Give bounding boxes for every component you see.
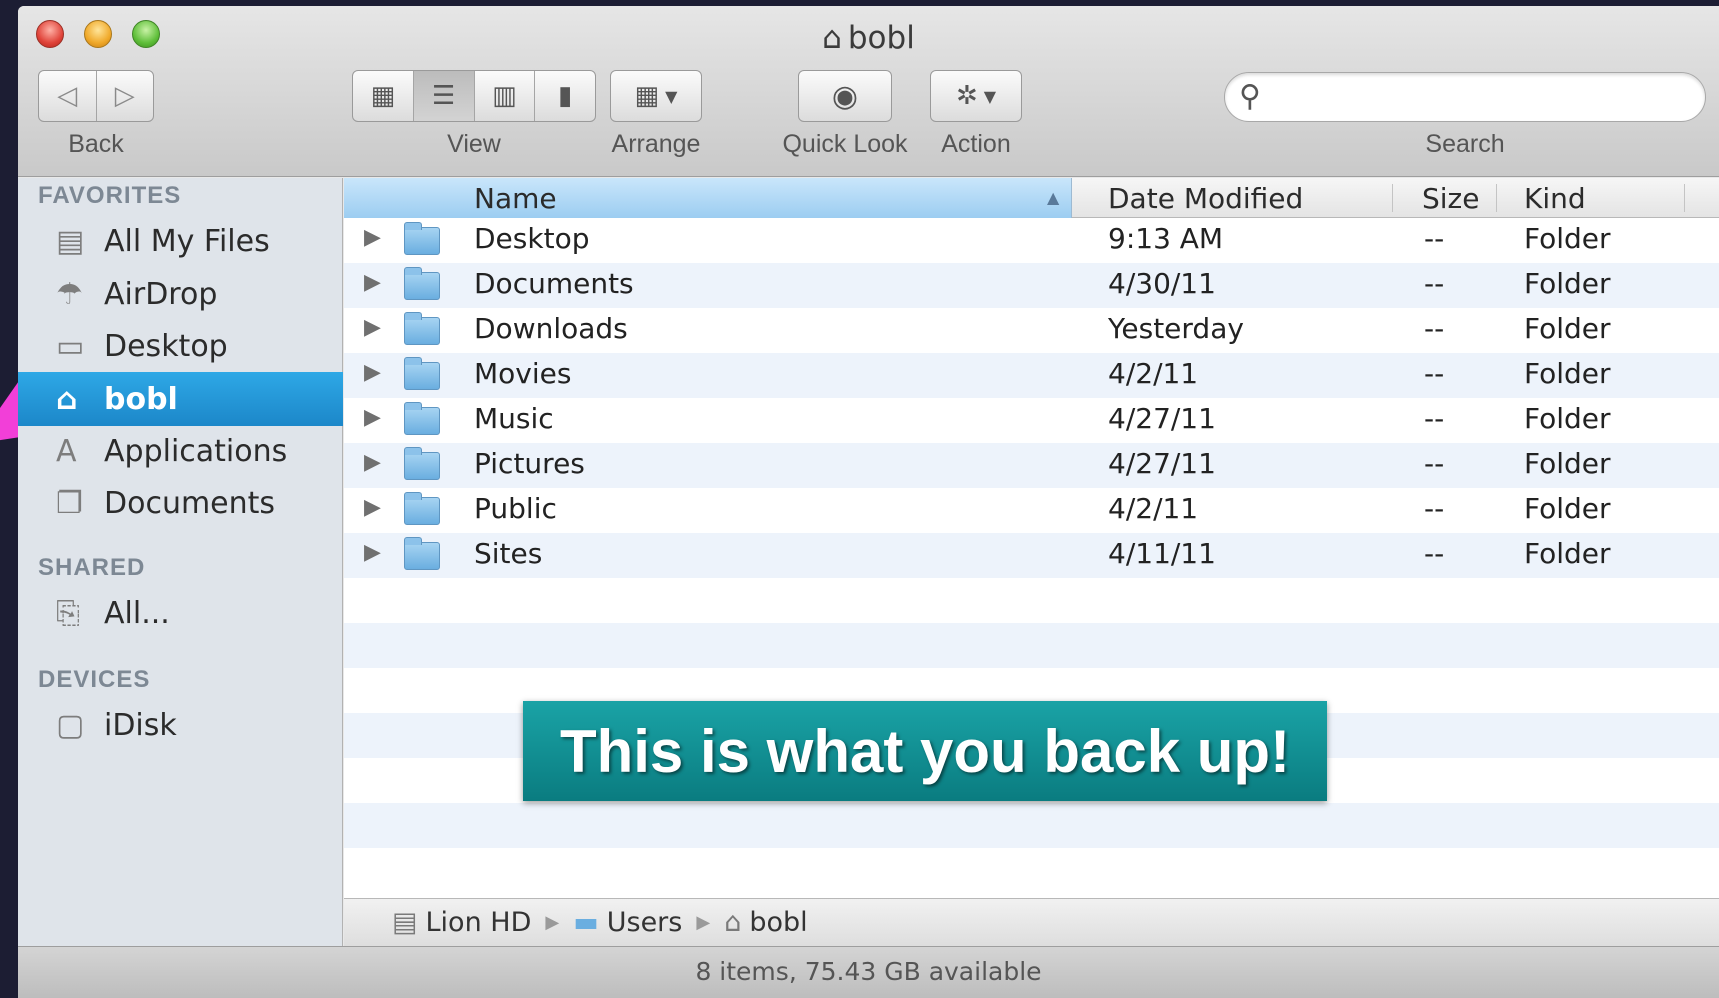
folder-icon	[404, 222, 440, 255]
quick-look-button[interactable]: ◉	[798, 70, 892, 122]
coverflow-view-button[interactable]: ▮	[535, 71, 595, 121]
arrange-label: Arrange	[611, 130, 701, 158]
quick-look-label: Quick Look	[782, 130, 908, 158]
sidebar-item-airdrop[interactable]: ☂ AirDrop	[18, 267, 343, 321]
callout-banner: This is what you back up!	[523, 701, 1327, 801]
view-label: View	[447, 130, 501, 158]
empty-row	[344, 623, 1719, 668]
disclosure-triangle-icon[interactable]: ▶	[364, 225, 381, 250]
back-label: Back	[68, 130, 124, 158]
sidebar-item-idisk[interactable]: ▢ iDisk	[18, 698, 343, 752]
sidebar-item-bobl[interactable]: ⌂ bobl	[18, 372, 343, 426]
back-forward-control: ◁ ▷	[38, 70, 154, 122]
column-header-bar: Name ▲ Date Modified Size Kind	[344, 178, 1719, 218]
column-divider[interactable]	[1684, 184, 1685, 212]
table-row[interactable]: ▶ Public 4/2/11 -- Folder	[344, 488, 1719, 533]
folder-icon	[404, 492, 440, 525]
home-icon: ⌂	[822, 20, 842, 56]
search-icon: ⚲	[1239, 79, 1261, 114]
window-title: ⌂ bobl	[822, 20, 915, 56]
folder-icon: ▬	[573, 907, 599, 938]
action-label: Action	[941, 130, 1011, 158]
home-icon: ⌂	[56, 381, 78, 417]
table-row[interactable]: ▶ Movies 4/2/11 -- Folder	[344, 353, 1719, 398]
table-row[interactable]: ▶ Documents 4/30/11 -- Folder	[344, 263, 1719, 308]
action-button[interactable]: ✲ ▼	[930, 70, 1022, 122]
empty-row	[344, 848, 1719, 893]
sidebar-header-favorites: FAVORITES	[38, 182, 182, 209]
folder-icon	[404, 357, 440, 390]
sidebar-item-applications[interactable]: A Applications	[18, 424, 343, 478]
folder-icon	[404, 447, 440, 480]
search-field[interactable]: ⚲	[1224, 72, 1706, 122]
network-icon: ⎘	[56, 595, 80, 631]
finder-window: ⌂ bobl ◁ ▷ Back ▦ ☰ ▥ ▮ View ▦ ▼ Arrange ◉…	[18, 6, 1719, 998]
sidebar-item-desktop[interactable]: ▭ Desktop	[18, 319, 343, 373]
empty-row	[344, 578, 1719, 623]
disclosure-triangle-icon[interactable]: ▶	[364, 315, 381, 340]
disclosure-triangle-icon[interactable]: ▶	[364, 405, 381, 430]
sidebar-item-all-my-files[interactable]: ▤ All My Files	[18, 214, 343, 268]
folder-icon	[404, 267, 440, 300]
hard-drive-icon: ▤	[392, 907, 418, 938]
path-bar: ▤ Lion HD ▶ ▬ Users ▶ ⌂ bobl	[344, 898, 1719, 946]
disclosure-triangle-icon[interactable]: ▶	[364, 495, 381, 520]
disclosure-triangle-icon[interactable]: ▶	[364, 540, 381, 565]
sidebar: FAVORITES ▤ All My Files ☂ AirDrop ▭ Deskto…	[18, 178, 343, 946]
back-button[interactable]: ◁	[39, 71, 97, 121]
disclosure-triangle-icon[interactable]: ▶	[364, 450, 381, 475]
column-header-kind[interactable]: Kind	[1524, 182, 1586, 215]
column-divider[interactable]	[1496, 184, 1497, 212]
folder-icon	[404, 402, 440, 435]
documents-icon: ❐	[56, 485, 83, 521]
disclosure-triangle-icon[interactable]: ▶	[364, 360, 381, 385]
empty-row	[344, 803, 1719, 848]
path-item-users[interactable]: Users	[607, 907, 683, 938]
gear-icon: ✲	[955, 81, 978, 111]
table-row[interactable]: ▶ Downloads Yesterday -- Folder	[344, 308, 1719, 353]
icon-view-button[interactable]: ▦	[353, 71, 414, 121]
idisk-icon: ▢	[56, 707, 85, 743]
column-header-date[interactable]: Date Modified	[1108, 182, 1303, 215]
path-item-bobl[interactable]: bobl	[749, 907, 807, 938]
column-header-name[interactable]: Name ▲	[344, 178, 1072, 218]
path-separator-icon: ▶	[696, 912, 711, 933]
folder-icon	[404, 312, 440, 345]
sidebar-item-all-shared[interactable]: ⎘ All...	[18, 586, 343, 640]
list-view-button[interactable]: ☰	[413, 71, 475, 121]
eye-icon: ◉	[831, 78, 859, 114]
arrange-button[interactable]: ▦ ▼	[610, 70, 702, 122]
table-row[interactable]: ▶ Desktop 9:13 AM -- Folder	[344, 218, 1719, 263]
table-row[interactable]: ▶ Music 4/27/11 -- Folder	[344, 398, 1719, 443]
path-item-lion-hd[interactable]: Lion HD	[426, 907, 532, 938]
all-files-icon: ▤	[56, 223, 85, 259]
applications-icon: A	[56, 433, 77, 469]
disclosure-triangle-icon[interactable]: ▶	[364, 270, 381, 295]
forward-button[interactable]: ▷	[97, 71, 154, 121]
view-switcher: ▦ ☰ ▥ ▮	[352, 70, 596, 122]
column-divider[interactable]	[1392, 184, 1393, 212]
toolbar: ⌂ bobl ◁ ▷ Back ▦ ☰ ▥ ▮ View ▦ ▼ Arrange ◉…	[18, 6, 1719, 177]
table-row[interactable]: ▶ Sites 4/11/11 -- Folder	[344, 533, 1719, 578]
sort-ascending-icon: ▲	[1047, 188, 1060, 207]
table-row[interactable]: ▶ Pictures 4/27/11 -- Folder	[344, 443, 1719, 488]
folder-icon	[404, 537, 440, 570]
path-separator-icon: ▶	[545, 912, 560, 933]
sidebar-header-devices: DEVICES	[38, 666, 151, 693]
sidebar-item-documents[interactable]: ❐ Documents	[18, 476, 343, 530]
desktop-icon: ▭	[56, 328, 85, 364]
column-header-size[interactable]: Size	[1422, 182, 1479, 215]
column-view-button[interactable]: ▥	[475, 71, 536, 121]
sidebar-header-shared: SHARED	[38, 554, 146, 581]
search-label: Search	[1425, 130, 1505, 158]
chevron-down-icon: ▼	[665, 86, 678, 106]
grid-icon: ▦	[634, 81, 660, 111]
chevron-down-icon: ▼	[983, 86, 997, 106]
airdrop-icon: ☂	[56, 276, 83, 312]
home-icon: ⌂	[724, 907, 742, 938]
status-bar: 8 items, 75.43 GB available	[18, 946, 1719, 998]
